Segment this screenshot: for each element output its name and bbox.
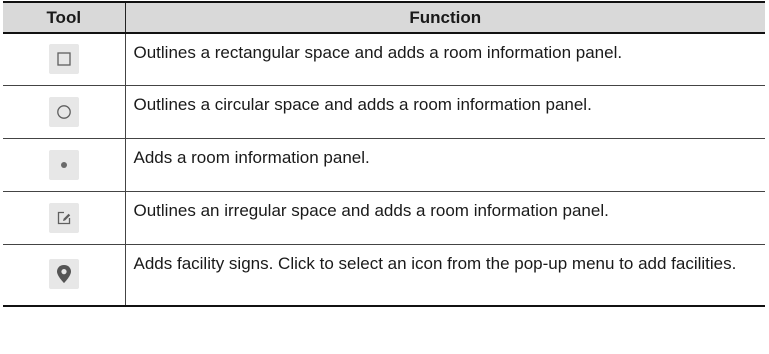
dot-icon	[48, 149, 79, 180]
header-function: Function	[124, 1, 765, 34]
table-row: Outlines a rectangular space and adds a …	[3, 32, 765, 86]
tool-cell	[3, 190, 126, 245]
header-tool: Tool	[3, 1, 126, 34]
function-text: Outlines a rectangular space and adds a …	[124, 32, 765, 86]
edit-icon	[48, 202, 79, 233]
function-text: Adds facility signs. Click to select an …	[124, 243, 765, 307]
square-icon	[48, 44, 79, 75]
circle-icon	[48, 96, 79, 127]
table-row: Adds a room information panel.	[3, 137, 765, 192]
tool-cell	[3, 137, 126, 192]
tool-cell	[3, 243, 126, 307]
tool-cell	[3, 84, 126, 139]
table-row: Adds facility signs. Click to select an …	[3, 243, 765, 307]
table-row: Outlines a circular space and adds a roo…	[3, 84, 765, 139]
function-text: Outlines an irregular space and adds a r…	[124, 190, 765, 245]
tools-table: Tool Function Outlines a rectangular spa…	[3, 1, 765, 307]
header-row: Tool Function	[3, 1, 765, 34]
function-text: Outlines a circular space and adds a roo…	[124, 84, 765, 139]
function-text: Adds a room information panel.	[124, 137, 765, 192]
location-pin-icon	[48, 259, 79, 290]
tool-cell	[3, 32, 126, 86]
table-row: Outlines an irregular space and adds a r…	[3, 190, 765, 245]
